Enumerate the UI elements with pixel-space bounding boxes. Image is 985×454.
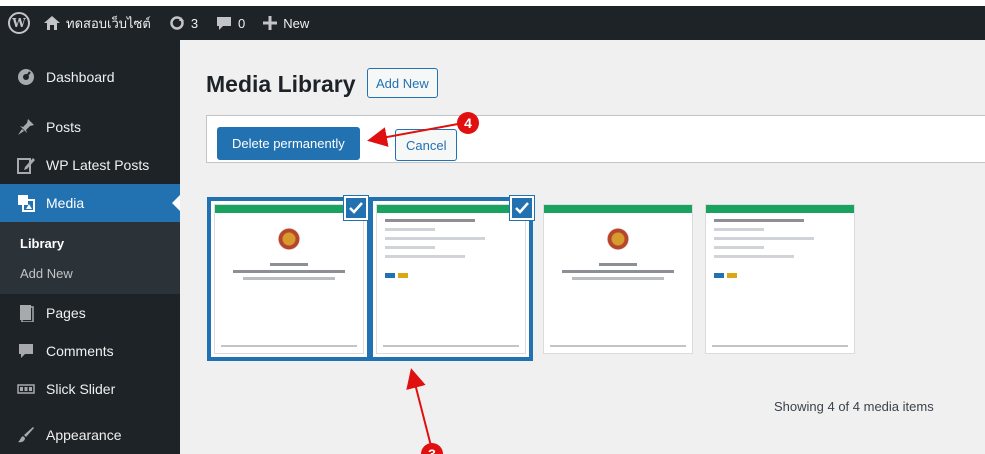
- sidebar-item-posts[interactable]: Posts: [0, 108, 180, 146]
- site-name: ทดสอบเว็บไซต์: [66, 15, 151, 31]
- dashboard-icon: [16, 67, 36, 87]
- brush-icon: [16, 425, 36, 445]
- comment-icon: [16, 341, 36, 361]
- media-count-text: Showing 4 of 4 media items: [774, 399, 934, 414]
- media-item[interactable]: [376, 204, 526, 354]
- sidebar-item-label: Appearance: [46, 427, 122, 443]
- annotation-badge-4: 4: [457, 112, 479, 134]
- media-submenu: Library Add New: [0, 222, 180, 294]
- sidebar-item-label: Media: [46, 195, 85, 211]
- submenu-item-library[interactable]: Library: [0, 228, 180, 258]
- submenu-item-add-new[interactable]: Add New: [0, 258, 180, 288]
- new-content-link[interactable]: New: [263, 16, 309, 31]
- updates-icon: [170, 16, 184, 30]
- admin-bar: W ทดสอบเว็บไซต์ 3 0 New: [0, 0, 985, 40]
- updates-link[interactable]: 3: [169, 15, 198, 31]
- sidebar-item-comments[interactable]: Comments: [0, 332, 180, 370]
- page-title: Media Library: [206, 71, 356, 97]
- plus-icon: [263, 16, 278, 30]
- sidebar-item-dashboard[interactable]: Dashboard: [0, 58, 180, 96]
- sidebar-item-label: Pages: [46, 305, 86, 321]
- new-label: New: [283, 15, 310, 31]
- selected-check-icon[interactable]: [344, 196, 368, 220]
- sidebar-item-media[interactable]: Media: [0, 184, 180, 222]
- comments-link[interactable]: 0: [216, 16, 245, 31]
- crest-image: [278, 227, 300, 257]
- media-item[interactable]: [214, 204, 364, 354]
- media-item[interactable]: [705, 204, 855, 354]
- sidebar-item-wp-latest-posts[interactable]: WP Latest Posts: [0, 146, 180, 184]
- media-icon: [16, 193, 36, 213]
- sidebar-item-label: Slick Slider: [46, 381, 116, 397]
- sidebar-item-label: Posts: [46, 119, 82, 135]
- comments-count: 0: [238, 15, 246, 31]
- selected-check-icon[interactable]: [510, 196, 534, 220]
- edit-icon: [16, 155, 36, 175]
- page-icon: [16, 303, 36, 323]
- add-new-button[interactable]: Add New: [367, 68, 438, 98]
- sidebar-item-label: WP Latest Posts: [46, 157, 150, 173]
- sidebar-item-pages[interactable]: Pages: [0, 294, 180, 332]
- sidebar-item-label: Dashboard: [46, 69, 115, 85]
- pin-icon: [16, 117, 36, 137]
- cancel-button[interactable]: Cancel: [395, 129, 458, 161]
- sidebar-item-appearance[interactable]: Appearance: [0, 416, 180, 454]
- media-item[interactable]: [543, 204, 693, 354]
- comment-bubble-icon: [217, 16, 232, 30]
- site-name-link[interactable]: ทดสอบเว็บไซต์: [44, 13, 151, 34]
- crest-image: [607, 227, 629, 257]
- delete-permanently-button[interactable]: Delete permanently: [217, 127, 360, 160]
- slider-icon: [16, 379, 36, 399]
- admin-sidebar: Dashboard Posts WP Latest Posts Media Li…: [0, 40, 180, 454]
- sidebar-item-slick-slider[interactable]: Slick Slider: [0, 370, 180, 408]
- home-icon: [44, 16, 60, 30]
- updates-count: 3: [190, 15, 199, 31]
- wordpress-logo-icon[interactable]: W: [8, 12, 30, 34]
- sidebar-item-label: Comments: [46, 343, 114, 359]
- bulk-select-toolbar: Delete permanently Cancel: [206, 115, 985, 163]
